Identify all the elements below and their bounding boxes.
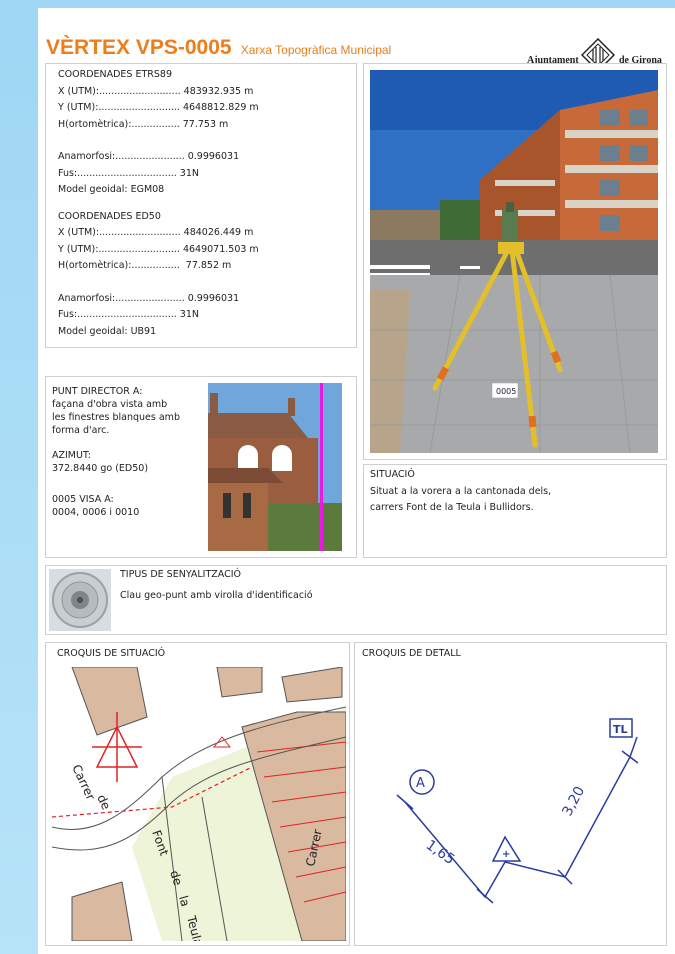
page: VÈRTEX VPS-0005 Xarxa Topogràfica Munici…	[38, 8, 675, 954]
detail-sketch: A TL + 1,65 3,20	[396, 718, 639, 904]
geo-punt-photo	[49, 569, 111, 631]
situacio-line-1: Situat a la vorera a la cantonada dels,	[370, 485, 552, 497]
ed50-h: H(ortomètrica):................ 77.852 m	[58, 260, 232, 271]
azimut-title: AZIMUT:	[52, 450, 91, 461]
director-desc-3: forma d'arc.	[52, 425, 110, 436]
visa-value: 0004, 0006 i 0010	[52, 507, 140, 518]
ed50-y: Y (UTM):........................... 4649…	[58, 243, 259, 255]
etrs-h: H(ortomètrica):................ 77.753 m	[58, 118, 229, 130]
sketch-distance-2: 3,20	[559, 784, 588, 819]
sketch-label-point: +	[502, 849, 510, 860]
croquis-detall-title: CROQUIS DE DETALL	[362, 648, 461, 659]
azimut-value: 372.8440 go (ED50)	[52, 463, 149, 474]
director-desc-2: les finestres blanques amb	[52, 412, 180, 423]
ed50-fus: Fus:................................. 31…	[58, 309, 199, 320]
header: VÈRTEX VPS-0005 Xarxa Topogràfica Munici…	[46, 36, 391, 60]
coordinates-panel: COORDENADES ETRS89 X (UTM):.............…	[45, 63, 357, 348]
etrs-anamorfosi: Anamorfosi:....................... 0.999…	[58, 151, 240, 162]
etrs-fus: Fus:................................. 31…	[58, 167, 199, 179]
vertex-subtitle: Xarxa Topogràfica Municipal	[240, 43, 392, 57]
ed50-geoid: Model geoidal: UB91	[58, 325, 157, 337]
croquis-situacio-panel: CROQUIS DE SITUACIÓ Carrer de Font de la…	[45, 642, 350, 946]
situation-map: Carrer de Font de la Teula Carrer	[52, 667, 346, 941]
photo-tag: 0005	[496, 387, 516, 396]
ed50-x: X (UTM):........................... 4840…	[58, 227, 254, 238]
croquis-situacio-title: CROQUIS DE SITUACIÓ	[57, 648, 166, 659]
director-desc-1: façana d'obra vista amb	[52, 399, 168, 410]
etrs-geoid: Model geoidal: EGM08	[58, 184, 165, 195]
situacio-line-2: carrers Font de la Teula i Bullidors.	[370, 502, 534, 513]
vertex-photo: 0005	[370, 70, 658, 453]
visa-title: 0005 VISA A:	[52, 494, 114, 505]
director-photo	[208, 383, 342, 551]
senyal-desc: Clau geo-punt amb virolla d'identificaci…	[120, 589, 313, 601]
vertex-photo-panel: 0005	[363, 63, 667, 460]
vertex-title: VÈRTEX VPS-0005	[46, 36, 232, 59]
sketch-label-a: A	[416, 776, 425, 791]
sketch-label-tl: TL	[613, 723, 628, 736]
senyalitzacio-panel: TIPUS DE SENYALITZACIÓ Clau geo-punt amb…	[45, 565, 667, 635]
girona-logo: Ajuntament de Girona	[527, 28, 667, 72]
croquis-detall-panel: CROQUIS DE DETALL A TL + 1,65 3,20	[354, 642, 667, 946]
punt-director-panel: PUNT DIRECTOR A: façana d'obra vista amb…	[45, 376, 357, 558]
etrs-x: X (UTM):........................... 4839…	[58, 85, 254, 97]
ed50-title: COORDENADES ED50	[58, 210, 161, 222]
etrs-title: COORDENADES ETRS89	[58, 69, 173, 80]
sketch-distance-1: 1,65	[423, 837, 458, 868]
geo-nail-icon	[52, 572, 108, 628]
situacio-panel: SITUACIÓ Situat a la vorera a la cantona…	[363, 464, 667, 558]
etrs-y: Y (UTM):........................... 4648…	[58, 102, 259, 113]
ed50-anamorfosi: Anamorfosi:....................... 0.999…	[58, 292, 240, 304]
director-title: PUNT DIRECTOR A:	[52, 386, 143, 397]
senyal-title: TIPUS DE SENYALITZACIÓ	[120, 569, 242, 580]
situacio-title: SITUACIÓ	[370, 469, 415, 480]
